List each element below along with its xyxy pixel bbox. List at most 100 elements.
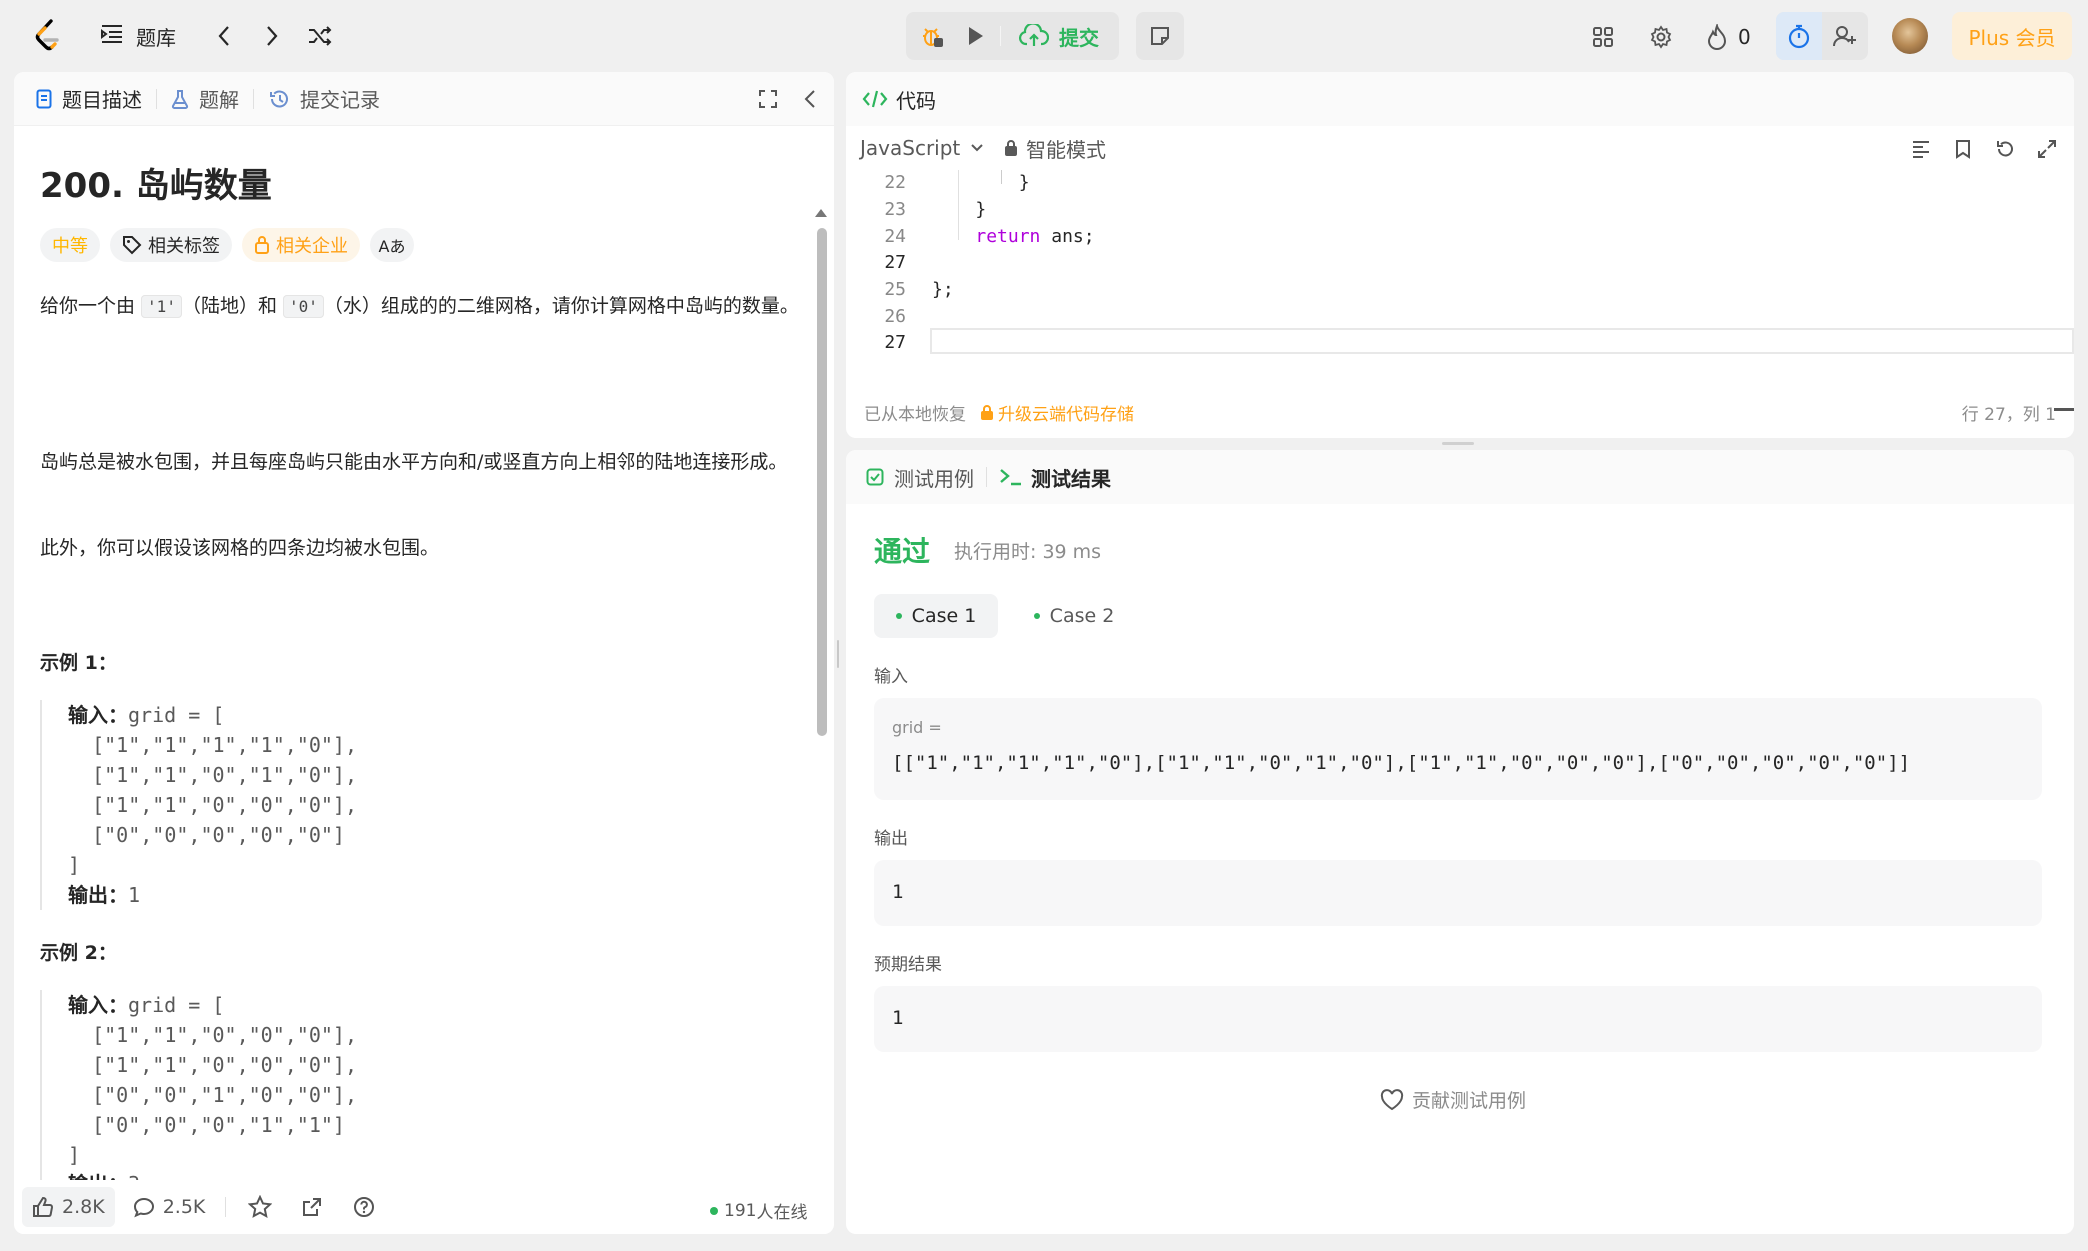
language-select[interactable]: JavaScript bbox=[860, 126, 984, 170]
expand-icon bbox=[2038, 140, 2056, 158]
example-1-block: 输入：grid = [ ["1","1","1","1","0"], ["1",… bbox=[40, 700, 357, 886]
case-1-label: Case 1 bbox=[911, 605, 977, 627]
expand-editor-button[interactable] bbox=[2032, 134, 2062, 164]
comment-count: 2.5K bbox=[162, 1196, 206, 1218]
tab-submissions[interactable]: 提交记录 bbox=[268, 84, 380, 113]
runtime: 执行用时: 39 ms bbox=[954, 540, 1102, 563]
problem-list-button[interactable]: 题库 bbox=[100, 22, 176, 50]
input-label: 输入 bbox=[874, 667, 908, 687]
description-panel: 题目描述 题解 提交记录 200. 岛屿数量 中等 相关标签 相关企业 Aあ 给… bbox=[14, 72, 834, 1234]
tab-description[interactable]: 题目描述 bbox=[36, 84, 142, 113]
output-box: 1 bbox=[874, 860, 2042, 926]
tab-testcases-label: 测试用例 bbox=[894, 466, 974, 491]
share-icon bbox=[303, 1198, 322, 1216]
chevron-left-icon bbox=[218, 26, 229, 46]
smart-mode[interactable]: 智能模式 bbox=[1004, 126, 1106, 170]
code-token-1: '1' bbox=[141, 295, 182, 318]
upgrade-storage-label: 升级云端代码存储 bbox=[998, 405, 1134, 425]
case-2-label: Case 2 bbox=[1049, 605, 1115, 627]
tab-solutions[interactable]: 题解 bbox=[171, 84, 239, 113]
pass-dot bbox=[1033, 613, 1040, 619]
favorite-button[interactable] bbox=[246, 1193, 274, 1221]
line-number: 27 bbox=[884, 252, 906, 273]
current-line-highlight bbox=[930, 328, 2074, 354]
next-problem-button[interactable] bbox=[256, 20, 288, 52]
chevron-right-icon bbox=[267, 26, 278, 46]
reset-button[interactable] bbox=[1990, 134, 2020, 164]
expected-label: 预期结果 bbox=[874, 955, 942, 975]
shuffle-icon bbox=[309, 26, 332, 46]
streak-counter[interactable]: 0 bbox=[1706, 20, 1751, 54]
upgrade-storage-link[interactable]: 升级云端代码存储 bbox=[980, 400, 1134, 425]
problem-bank-label: 题库 bbox=[136, 25, 176, 50]
line-number: 27 bbox=[884, 332, 906, 353]
editor-status-bar: 已从本地恢复 升级云端代码存储 bbox=[864, 400, 1134, 425]
contribute-testcase-button[interactable]: 贡献测试用例 bbox=[1380, 1086, 1526, 1113]
related-companies-button[interactable]: 相关企业 bbox=[242, 228, 360, 262]
case-1-tab[interactable]: Case 1 bbox=[874, 594, 998, 638]
submit-button[interactable]: 提交 bbox=[1003, 16, 1115, 56]
run-button[interactable] bbox=[954, 16, 998, 56]
star-icon bbox=[248, 1195, 273, 1219]
tab-test-result[interactable]: 测试结果 bbox=[999, 463, 1111, 492]
result-panel: 测试用例 测试结果 通过 执行用时: 39 ms Case 1 Case 2 输… bbox=[846, 450, 2074, 1234]
share-button[interactable] bbox=[298, 1193, 326, 1221]
code-editor[interactable]: 27 22 } 23 } 24 return ans; 25 }; 26 27 bbox=[846, 170, 2074, 411]
debug-icon bbox=[923, 28, 943, 47]
leetcode-logo-icon[interactable] bbox=[30, 16, 66, 56]
vertical-resize-handle[interactable] bbox=[837, 640, 839, 668]
settings-button[interactable] bbox=[1644, 20, 1678, 54]
scrollbar-thumb[interactable] bbox=[817, 228, 827, 736]
horizontal-resize-handle[interactable] bbox=[1442, 442, 1474, 445]
lock-icon bbox=[255, 236, 269, 254]
bookmark-button[interactable] bbox=[1948, 134, 1978, 164]
format-button[interactable] bbox=[1906, 134, 1936, 164]
code-line: } bbox=[932, 199, 987, 220]
language-label: JavaScript bbox=[860, 136, 961, 160]
pass-dot bbox=[895, 613, 902, 619]
case-2-tab[interactable]: Case 2 bbox=[1012, 594, 1136, 638]
keyword: return bbox=[975, 226, 1041, 247]
timer-button[interactable] bbox=[1776, 12, 1822, 60]
note-icon bbox=[1151, 27, 1169, 45]
comments-button[interactable]: 2.5K bbox=[133, 1196, 206, 1218]
smart-mode-label: 智能模式 bbox=[1026, 137, 1106, 162]
collapse-panel-button[interactable] bbox=[796, 85, 824, 113]
line-number: 24 bbox=[884, 226, 906, 247]
tab-submissions-label: 提交记录 bbox=[300, 88, 380, 112]
desc-text: （陆地）和 bbox=[181, 295, 283, 317]
random-problem-button[interactable] bbox=[304, 20, 336, 52]
expand-icon bbox=[759, 90, 777, 108]
invite-button[interactable] bbox=[1822, 12, 1868, 60]
like-button[interactable]: 2.8K bbox=[22, 1187, 115, 1227]
layout-button[interactable] bbox=[1586, 20, 1620, 54]
layout-icon bbox=[1593, 27, 1613, 47]
debug-button[interactable] bbox=[910, 16, 954, 56]
question-icon bbox=[354, 1197, 375, 1217]
notes-button[interactable] bbox=[1136, 12, 1184, 60]
expected-box: 1 bbox=[874, 986, 2042, 1052]
description-scrollbar[interactable] bbox=[814, 136, 828, 1234]
streak-count: 0 bbox=[1738, 25, 1751, 49]
plus-membership-button[interactable]: Plus 会员 bbox=[1952, 12, 2072, 60]
code-panel: 代码 JavaScript 智能模式 27 22 } 23 } 24 retur… bbox=[846, 72, 2074, 438]
like-count: 2.8K bbox=[62, 1196, 105, 1218]
expected-value: 1 bbox=[892, 1007, 904, 1029]
code-line: return ans; bbox=[932, 226, 1094, 247]
online-indicator: 191 人在线 bbox=[710, 1198, 807, 1223]
code-line: }; bbox=[932, 279, 954, 300]
related-tags-button[interactable]: 相关标签 bbox=[110, 228, 232, 262]
tab-solutions-label: 题解 bbox=[199, 88, 239, 112]
contribute-label: 贡献测试用例 bbox=[1412, 1090, 1527, 1112]
tab-testcases[interactable]: 测试用例 bbox=[866, 463, 974, 492]
description-tabs: 题目描述 题解 提交记录 bbox=[14, 72, 834, 126]
help-button[interactable] bbox=[350, 1193, 378, 1221]
tab-description-label: 题目描述 bbox=[62, 88, 142, 112]
restored-text: 已从本地恢复 bbox=[864, 405, 966, 425]
cloud-upload-icon bbox=[1019, 24, 1049, 46]
fullscreen-button[interactable] bbox=[754, 85, 782, 113]
translate-button[interactable]: Aあ bbox=[370, 228, 414, 262]
prev-problem-button[interactable] bbox=[208, 20, 240, 52]
avatar[interactable] bbox=[1892, 18, 1928, 54]
